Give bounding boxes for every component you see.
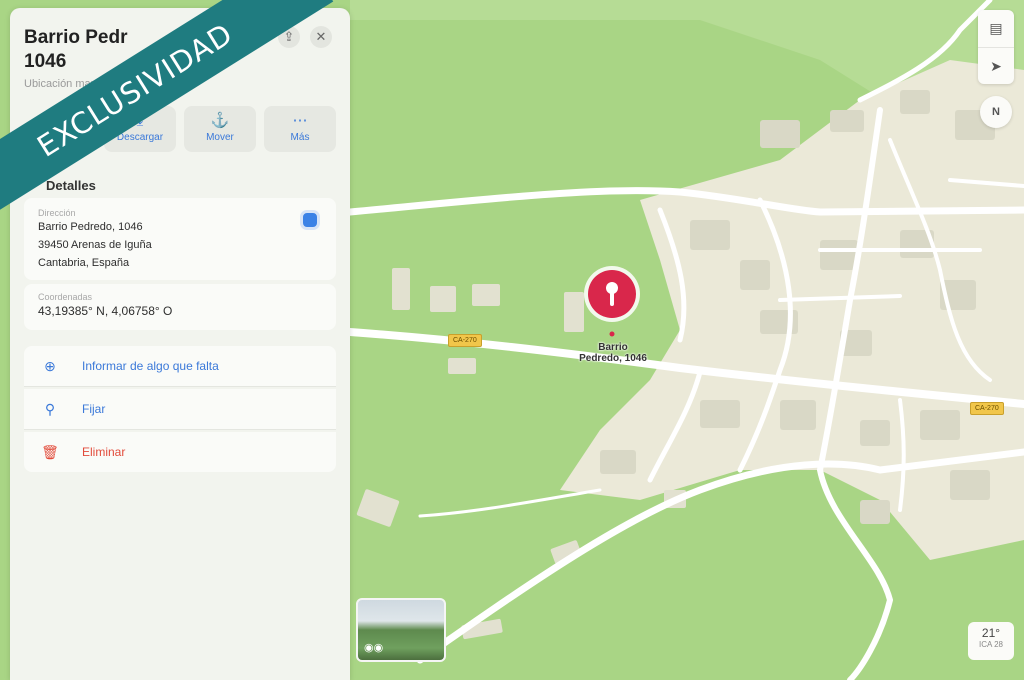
road-tag: CA-270: [970, 402, 1004, 415]
delete-label: Eliminar: [82, 445, 126, 459]
address-line[interactable]: Cantabria, España: [38, 254, 322, 272]
air-quality: ICA 28: [978, 640, 1003, 649]
move-pin-icon: ⚓: [210, 112, 230, 129]
report-missing-row[interactable]: ⊕ Informar de algo que falta: [24, 346, 336, 387]
weather-widget: 21° ICA 28: [968, 622, 1014, 660]
more-button[interactable]: ⋯ Más: [264, 106, 336, 152]
action-label: Más: [290, 132, 310, 143]
close-icon: ✕: [315, 29, 327, 44]
pin-label: Barrio Pedredo, 1046: [579, 342, 647, 364]
coordinates-value[interactable]: 43,19385° N, 4,06758° O: [38, 302, 322, 320]
address-card: Dirección Barrio Pedredo, 1046 39450 Are…: [24, 198, 336, 280]
report-icon: ⊕: [44, 357, 56, 374]
pin-label-text: Fijar: [82, 402, 106, 416]
pin-row[interactable]: ⚲ Fijar: [24, 389, 336, 430]
details-heading: Detalles: [46, 178, 96, 193]
road-tag: CA-270: [448, 334, 482, 347]
action-label: Mover: [206, 132, 234, 143]
close-button[interactable]: ✕: [310, 26, 332, 48]
report-missing-label: Informar de algo que falta: [82, 359, 219, 373]
weather-temp: 21°: [981, 626, 1001, 640]
address-label: Dirección: [38, 208, 76, 218]
look-around-thumbnail[interactable]: ◉◉: [356, 598, 446, 662]
address-line[interactable]: 39450 Arenas de Iguña: [38, 236, 322, 254]
trash-icon: 🗑: [41, 443, 59, 460]
delete-row[interactable]: 🗑 Eliminar: [24, 432, 336, 472]
map-mode-icon[interactable]: ▤: [978, 10, 1014, 48]
map-controls: ▤ ➤: [978, 10, 1014, 84]
more-icon: ⋯: [292, 112, 308, 129]
compass-button[interactable]: N: [980, 96, 1012, 128]
location-arrow-icon[interactable]: ➤: [978, 48, 1014, 84]
move-button[interactable]: ⚓ Mover: [184, 106, 256, 152]
address-line[interactable]: Barrio Pedredo, 1046: [38, 218, 322, 236]
info-icon[interactable]: [300, 210, 320, 230]
binoculars-icon: ◉◉: [364, 642, 384, 654]
pin-icon: ⚲: [44, 400, 56, 417]
action-label: Descargar: [116, 132, 164, 143]
coordinates-card: Coordenadas 43,19385° N, 4,06758° O: [24, 284, 336, 330]
coordinates-label: Coordenadas: [38, 292, 93, 302]
